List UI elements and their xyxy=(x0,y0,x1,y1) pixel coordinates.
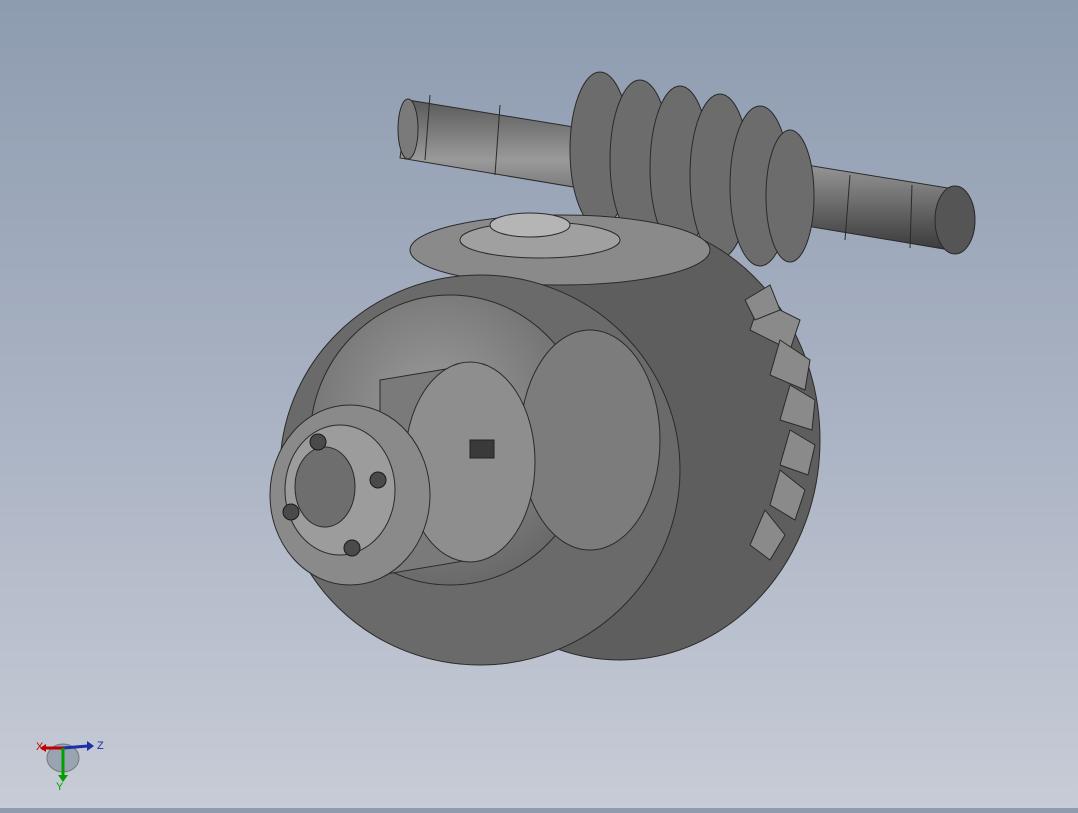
view-orientation-triad[interactable]: X Z Y xyxy=(30,730,110,793)
y-axis-label: Y xyxy=(56,781,64,790)
z-axis xyxy=(62,744,89,750)
x-axis-label: X xyxy=(36,741,44,753)
graphics-viewport[interactable] xyxy=(0,0,1078,808)
z-axis-label: Z xyxy=(97,740,104,752)
z-arrow-head xyxy=(87,741,94,751)
flange[interactable] xyxy=(269,404,431,586)
model-render[interactable] xyxy=(0,0,1078,808)
